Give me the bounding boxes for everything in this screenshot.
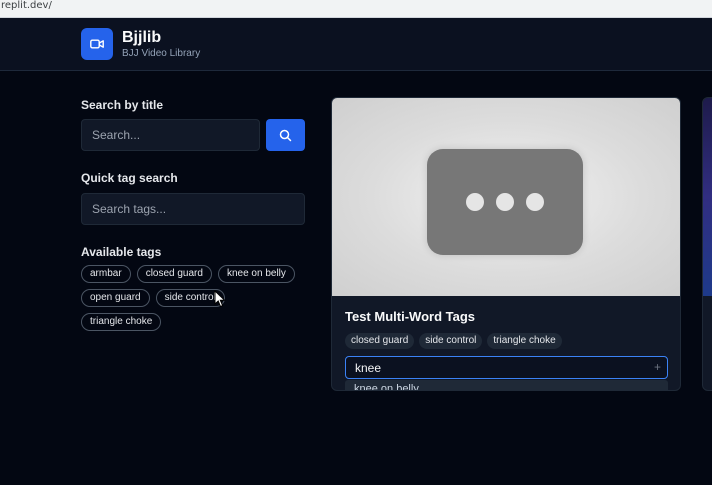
add-tag-field[interactable]: +: [345, 356, 668, 379]
tag-suggestion-dropdown[interactable]: knee on belly: [345, 380, 668, 390]
video-tag[interactable]: triangle choke: [487, 333, 562, 349]
video-card-next[interactable]: [702, 97, 712, 391]
url-text: replit.dev/: [1, 0, 52, 11]
add-tag-input[interactable]: [346, 357, 646, 378]
search-button[interactable]: [266, 119, 305, 151]
title-search-input[interactable]: [81, 119, 260, 151]
video-tag[interactable]: side control: [419, 333, 483, 349]
tag-triangle-choke[interactable]: triangle choke: [81, 313, 162, 331]
plus-icon[interactable]: +: [654, 360, 661, 374]
app-title: Bjjlib: [122, 29, 162, 46]
video-card: Test Multi-Word Tags closed guard side c…: [331, 97, 681, 391]
video-tags: closed guard side control triangle choke: [345, 333, 562, 349]
app-header: Bjjlib BJJ Video Library: [0, 18, 712, 71]
app-subtitle: BJJ Video Library: [122, 48, 201, 59]
available-tags-list: armbar closed guard knee on belly open g…: [81, 265, 309, 331]
browser-address-bar[interactable]: replit.dev/: [0, 0, 712, 18]
video-thumbnail[interactable]: [332, 98, 680, 296]
available-tags-label: Available tags: [81, 245, 162, 259]
tag-search-input[interactable]: [81, 193, 305, 225]
tag-armbar[interactable]: armbar: [81, 265, 131, 283]
video-title: Test Multi-Word Tags: [345, 309, 475, 324]
tag-open-guard[interactable]: open guard: [81, 289, 150, 307]
video-thumbnail[interactable]: [703, 98, 712, 296]
video-camera-icon: [81, 28, 113, 60]
video-tag[interactable]: closed guard: [345, 333, 415, 349]
tag-knee-on-belly[interactable]: knee on belly: [217, 265, 295, 283]
tag-closed-guard[interactable]: closed guard: [136, 265, 212, 283]
mouse-cursor-icon: [214, 290, 226, 308]
search-icon: [279, 129, 292, 141]
video-unavailable-icon: [427, 149, 583, 255]
tag-suggestion-item[interactable]: knee on belly: [354, 383, 419, 390]
tag-search-label: Quick tag search: [81, 171, 178, 185]
title-search-label: Search by title: [81, 98, 164, 112]
